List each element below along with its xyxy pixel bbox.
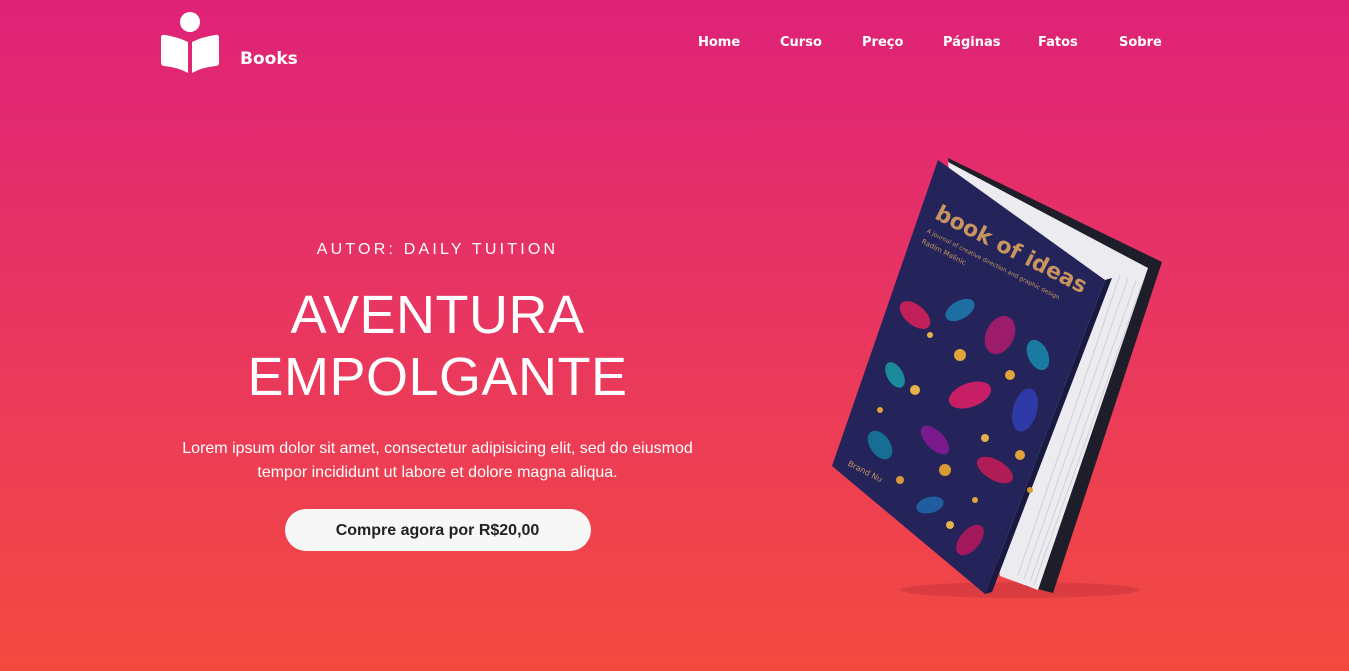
nav-item-curso[interactable]: Curso	[780, 35, 822, 50]
navbar: Books Home Curso Preço Páginas Fatos Sob…	[0, 0, 1349, 90]
nav-item-preco[interactable]: Preço	[862, 35, 903, 50]
author-label: AUTOR: DAILY TUITION	[316, 241, 559, 258]
book-image: book of ideas A journal of creative dire…	[832, 158, 1162, 598]
nav-item-fatos[interactable]: Fatos	[1038, 35, 1078, 50]
hero-title-line-1: AVENTURA	[290, 285, 585, 345]
book-illustration: book of ideas A journal of creative dire…	[820, 150, 1180, 605]
hero-section: AUTOR: DAILY TUITION AVENTURA EMPOLGANTE…	[160, 238, 715, 551]
nav-item-sobre[interactable]: Sobre	[1119, 35, 1162, 50]
nav-item-home[interactable]: Home	[698, 35, 740, 50]
buy-now-button[interactable]: Compre agora por R$20,00	[284, 509, 591, 551]
hero-description: Lorem ipsum dolor sit amet, consectetur …	[182, 440, 693, 481]
hero-title: AVENTURA EMPOLGANTE	[160, 284, 715, 408]
hero-title-line-2: EMPOLGANTE	[247, 347, 628, 407]
nav-item-paginas[interactable]: Páginas	[943, 35, 1000, 50]
main-nav: Home Curso Preço Páginas Fatos Sobre	[0, 35, 1349, 55]
